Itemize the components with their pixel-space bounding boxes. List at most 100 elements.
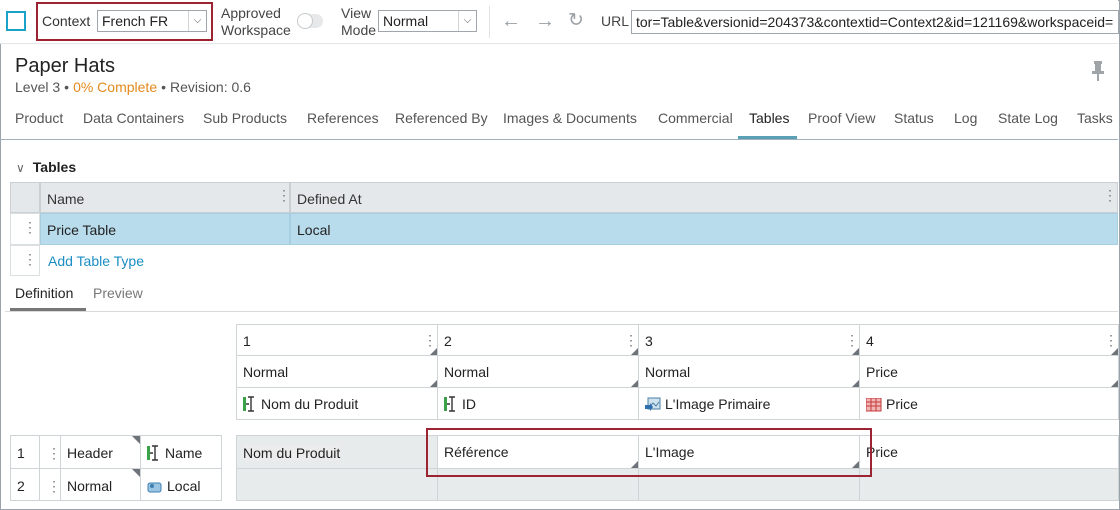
column-field-cell[interactable]: Price <box>859 387 1119 420</box>
row-drag-icon[interactable]: ⋮ <box>23 220 37 234</box>
view-mode-select[interactable]: Normal ⌵ <box>378 10 477 32</box>
dropdown-corner-icon[interactable] <box>430 380 437 387</box>
chevron-down-icon: ⌵ <box>458 11 476 31</box>
tab-tasks[interactable]: Tasks <box>1077 110 1113 126</box>
row-handle[interactable]: ⋮ <box>39 435 61 469</box>
tab-definition[interactable]: Definition <box>15 285 73 301</box>
dropdown-corner-icon[interactable] <box>1111 348 1118 355</box>
tab-sub-products[interactable]: Sub Products <box>203 110 287 126</box>
table-row[interactable]: Price Table <box>40 213 290 245</box>
column-number-cell[interactable]: 4 ⋮ <box>859 324 1119 356</box>
row-handle[interactable]: ⋮ <box>10 213 40 245</box>
level-text: Level 3 <box>15 79 61 95</box>
table-header-cell <box>10 182 40 213</box>
column-type-cell[interactable]: Normal <box>638 355 860 388</box>
column-field-cell[interactable]: Nom du Produit <box>236 387 438 420</box>
column-type-cell[interactable]: Price <box>859 355 1119 388</box>
row-number-cell: 2 <box>10 468 40 501</box>
attribute-icon <box>444 396 455 412</box>
tab-images-documents[interactable]: Images & Documents <box>503 110 637 126</box>
column-field-cell[interactable]: ID <box>437 387 639 420</box>
tab-commercial[interactable]: Commercial <box>658 110 733 126</box>
column-menu-icon[interactable]: ⋮ <box>1103 188 1117 202</box>
column-field-cell[interactable]: L'Image Primaire <box>638 387 860 420</box>
row-handle[interactable]: ⋮ <box>39 468 61 501</box>
approved-workspace-toggle[interactable] <box>297 13 323 29</box>
column-header-name[interactable]: Name ⋮ <box>40 182 291 213</box>
add-table-type-link[interactable]: Add Table Type <box>48 253 144 269</box>
dropdown-corner-icon[interactable] <box>132 436 140 444</box>
tab-product[interactable]: Product <box>15 110 63 126</box>
column-number-cell[interactable]: 1 ⋮ <box>236 324 438 356</box>
active-subtab-indicator <box>10 308 86 311</box>
tab-proof-view[interactable]: Proof View <box>808 110 875 126</box>
tab-tables[interactable]: Tables <box>749 110 789 126</box>
toolbar-divider <box>489 6 490 38</box>
row-field-cell[interactable]: Local <box>140 468 222 501</box>
tables-section-title: Tables <box>32 159 77 175</box>
completion-text[interactable]: 0% Complete <box>73 79 157 95</box>
data-cell[interactable]: Price <box>859 435 1119 469</box>
data-cell[interactable]: Nom du Produit <box>236 435 438 469</box>
data-cell[interactable] <box>859 468 1119 501</box>
column-type-cell[interactable]: Normal <box>437 355 639 388</box>
active-tab-indicator <box>738 136 797 139</box>
toolbar: Context French FR ⌵ Approved Workspace V… <box>0 0 1119 44</box>
row-type-cell[interactable]: Header <box>60 435 141 469</box>
refresh-icon[interactable]: ↻ <box>568 10 584 32</box>
app-square-icon[interactable] <box>6 11 26 31</box>
dropdown-corner-icon[interactable] <box>1111 380 1118 387</box>
column-header-defined-at[interactable]: Defined At ⋮ <box>290 182 1118 213</box>
data-cell[interactable] <box>236 468 438 501</box>
row-defined-at: Local <box>297 222 331 238</box>
dropdown-corner-icon[interactable] <box>631 348 638 355</box>
add-row-handle: ⋮ <box>10 245 40 276</box>
column-menu-icon[interactable]: ⋮ <box>423 333 437 347</box>
column-number-cell[interactable]: 2 ⋮ <box>437 324 639 356</box>
dropdown-corner-icon[interactable] <box>132 469 140 477</box>
values-highlight-box <box>426 428 872 477</box>
chevron-down-icon: ⌵ <box>188 11 206 31</box>
dropdown-corner-icon[interactable] <box>631 380 638 387</box>
tab-referenced-by[interactable]: Referenced By <box>395 110 488 126</box>
product-tabs: Product Data Containers Sub Products Ref… <box>0 108 1118 140</box>
column-type-cell[interactable]: Normal <box>236 355 438 388</box>
tab-status[interactable]: Status <box>894 110 934 126</box>
attribute-icon <box>243 396 254 412</box>
view-mode-label: View Mode <box>341 5 377 38</box>
table-row[interactable]: Local <box>290 213 1118 245</box>
back-arrow-icon[interactable]: ← <box>501 10 521 32</box>
local-context-icon <box>147 482 162 493</box>
column-menu-icon[interactable]: ⋮ <box>1104 333 1118 347</box>
tab-state-log[interactable]: State Log <box>998 110 1058 126</box>
dropdown-corner-icon[interactable] <box>852 348 859 355</box>
row-number-cell: 1 <box>10 435 40 469</box>
pin-icon[interactable] <box>1090 60 1106 82</box>
column-number-cell[interactable]: 3 ⋮ <box>638 324 860 356</box>
row-type-cell[interactable]: Normal <box>60 468 141 501</box>
row-menu-icon[interactable]: ⋮ <box>47 446 61 460</box>
context-label: Context <box>42 13 91 29</box>
dropdown-corner-icon[interactable] <box>430 348 437 355</box>
view-mode-select-value: Normal <box>383 13 429 29</box>
approved-workspace-label: Approved Workspace <box>221 5 291 38</box>
row-name: Price Table <box>47 222 117 238</box>
tab-data-containers[interactable]: Data Containers <box>83 110 184 126</box>
column-menu-icon[interactable]: ⋮ <box>277 188 291 202</box>
tab-log[interactable]: Log <box>954 110 977 126</box>
url-label: URL <box>601 13 630 29</box>
column-menu-icon[interactable]: ⋮ <box>845 333 859 347</box>
context-select[interactable]: French FR ⌵ <box>97 10 207 32</box>
tab-references[interactable]: References <box>307 110 379 126</box>
dropdown-corner-icon[interactable] <box>852 380 859 387</box>
image-reference-icon <box>645 397 661 411</box>
forward-arrow-icon[interactable]: → <box>535 10 555 32</box>
page-title: Paper Hats <box>15 55 116 77</box>
tables-section-header[interactable]: ∨ Tables <box>16 159 76 175</box>
row-menu-icon[interactable]: ⋮ <box>47 479 61 493</box>
product-status-line: Level 3 • 0% Complete • Revision: 0.6 <box>15 79 251 95</box>
tab-preview[interactable]: Preview <box>93 285 143 301</box>
row-field-cell[interactable]: Name <box>140 435 222 469</box>
column-menu-icon[interactable]: ⋮ <box>624 333 638 347</box>
url-input[interactable]: tor=Table&versionid=204373&contextid=Con… <box>631 10 1119 34</box>
